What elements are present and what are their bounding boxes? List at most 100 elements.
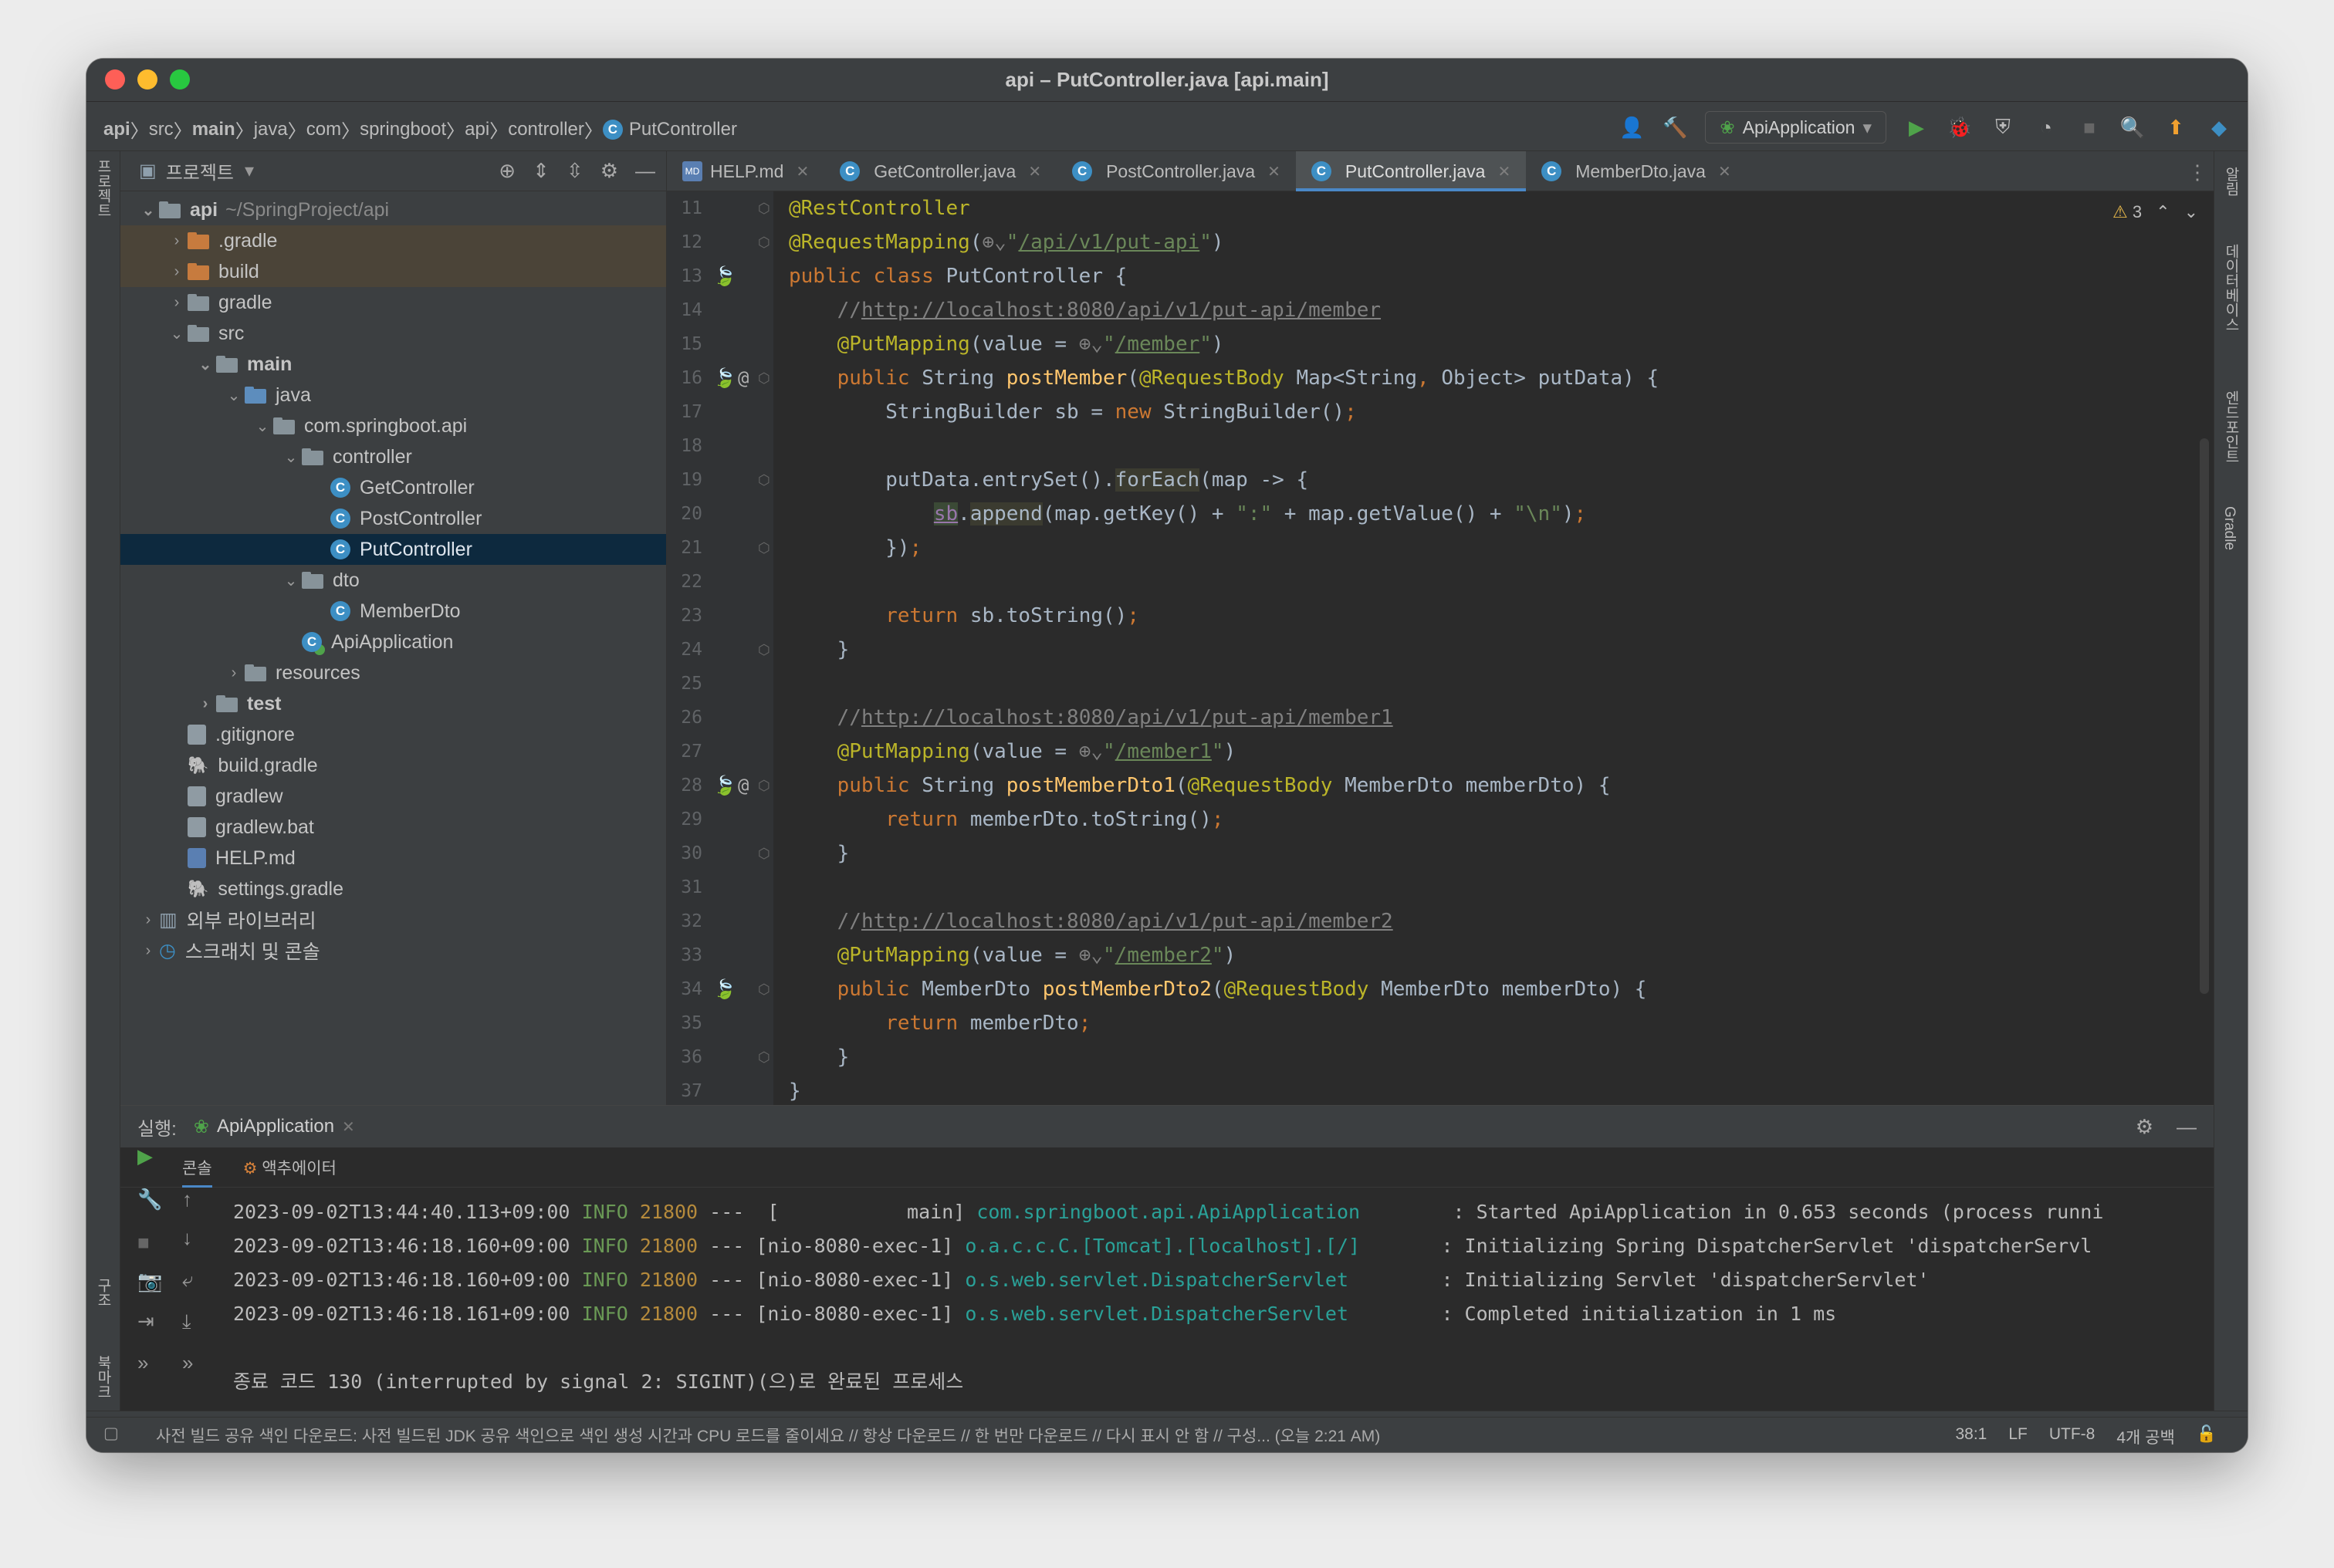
tree-item[interactable]: gradlew xyxy=(120,781,666,812)
wrench-icon[interactable]: 🔧 xyxy=(137,1188,162,1211)
tree-item[interactable]: ⌄ controller xyxy=(120,441,666,472)
code-line[interactable]: 32 //http://localhost:8080/api/v1/put-ap… xyxy=(667,904,2214,938)
fold-icon[interactable]: ⬡ xyxy=(758,235,770,251)
chevron-right-icon[interactable]: › xyxy=(194,695,216,713)
tree-item[interactable]: › .gradle xyxy=(120,225,666,256)
expand-all-icon[interactable]: ⇕ xyxy=(533,159,550,183)
code-line[interactable]: 21 ⬡ }); xyxy=(667,531,2214,565)
rerun-icon[interactable]: ▶ xyxy=(137,1144,153,1168)
tree-item[interactable]: C PutController xyxy=(120,534,666,565)
endpoints-tool-button[interactable]: 엔드포인트 xyxy=(2221,390,2241,464)
project-panel-title[interactable]: 프로젝트 xyxy=(166,157,234,184)
tree-item[interactable]: ⌄ main xyxy=(120,349,666,380)
code-line[interactable]: 17 StringBuilder sb = new StringBuilder(… xyxy=(667,395,2214,429)
breadcrumb-item[interactable]: com xyxy=(306,119,341,140)
scroll-to-end-icon[interactable]: ⤓ xyxy=(182,1309,191,1334)
code-line[interactable]: 14 //http://localhost:8080/api/v1/put-ap… xyxy=(667,293,2214,327)
chevron-down-icon[interactable]: ⌄ xyxy=(223,386,245,405)
search-icon[interactable]: 🔍 xyxy=(2119,114,2146,140)
fold-icon[interactable]: ⬡ xyxy=(758,201,770,217)
breadcrumb-item[interactable]: api xyxy=(103,119,130,140)
file-encoding[interactable]: UTF-8 xyxy=(2049,1425,2096,1448)
chevron-right-icon[interactable]: › xyxy=(223,664,245,682)
bookmarks-tool-button[interactable]: 북마크 xyxy=(93,1355,113,1399)
fold-icon[interactable]: ⬡ xyxy=(758,982,770,998)
chevron-down-icon[interactable]: ⌄ xyxy=(137,201,159,220)
chevron-down-icon[interactable]: ⌄ xyxy=(280,448,302,467)
chevron-down-icon[interactable]: ▾ xyxy=(245,160,254,182)
run-icon[interactable]: ▶ xyxy=(1903,114,1930,140)
ide-logo-icon[interactable]: ◆ xyxy=(2206,114,2232,140)
code-line[interactable]: 12 ⬡ @RequestMapping(⊕⌄"/api/v1/put-api") xyxy=(667,225,2214,259)
tree-item[interactable]: HELP.md xyxy=(120,843,666,874)
close-icon[interactable]: ✕ xyxy=(1267,162,1280,181)
spring-bean-icon[interactable]: 🍃 xyxy=(713,367,736,389)
code-line[interactable]: 22 xyxy=(667,565,2214,599)
build-hammer-icon[interactable]: 🔨 xyxy=(1662,114,1688,140)
camera-icon[interactable]: 📷 xyxy=(137,1269,162,1293)
breadcrumb-item[interactable]: main xyxy=(192,119,235,140)
tree-item[interactable]: › test xyxy=(120,688,666,719)
stop-icon[interactable]: ■ xyxy=(137,1231,150,1255)
account-icon[interactable]: 👤 xyxy=(1619,114,1645,140)
stop-icon[interactable]: ■ xyxy=(2076,114,2102,140)
more-actions-icon[interactable]: » xyxy=(137,1351,148,1375)
code-line[interactable]: 16 🍃 @ ⬡ public String postMember(@RequestB… xyxy=(667,361,2214,395)
code-line[interactable]: 37} xyxy=(667,1074,2214,1108)
panel-toggle-icon[interactable]: ▢ xyxy=(103,1424,119,1443)
tree-item[interactable]: › build xyxy=(120,256,666,287)
code-line[interactable]: 33 @PutMapping(value = ⊕⌄"/member2") xyxy=(667,938,2214,972)
database-tool-button[interactable]: 데이터베이스 xyxy=(2221,244,2241,332)
tree-item[interactable]: ⌄ src xyxy=(120,318,666,349)
endpoint-icon[interactable]: @ xyxy=(738,367,749,389)
tree-item[interactable]: 🐘 settings.gradle xyxy=(120,874,666,904)
close-icon[interactable]: ✕ xyxy=(1028,162,1041,181)
tree-item[interactable]: › ▥ 외부 라이브러리 xyxy=(120,904,666,935)
notifications-tool-button[interactable]: 알림 xyxy=(2221,167,2241,196)
breadcrumb-item[interactable]: controller xyxy=(508,119,584,140)
code-line[interactable]: 11 ⬡ @RestController xyxy=(667,191,2214,225)
close-icon[interactable]: ✕ xyxy=(342,1117,355,1137)
tree-item[interactable]: › ◷ 스크래치 및 콘솔 xyxy=(120,935,666,966)
editor-tab[interactable]: C MemberDto.java ✕ xyxy=(1526,151,1747,191)
editor-tab[interactable]: C GetController.java ✕ xyxy=(824,151,1057,191)
code-line[interactable]: 29 return memberDto.toString(); xyxy=(667,803,2214,836)
exit-icon[interactable]: ⇥ xyxy=(137,1309,154,1333)
fold-icon[interactable]: ⬡ xyxy=(758,642,770,658)
code-line[interactable]: 15 @PutMapping(value = ⊕⌄"/member") xyxy=(667,327,2214,361)
tree-item[interactable]: ⌄ com.springboot.api xyxy=(120,411,666,441)
code-line[interactable]: 19 ⬡ putData.entrySet().forEach(map -> { xyxy=(667,463,2214,497)
code-line[interactable]: 35 return memberDto; xyxy=(667,1006,2214,1040)
tree-item[interactable]: ⌄ dto xyxy=(120,565,666,596)
code-line[interactable]: 27 @PutMapping(value = ⊕⌄"/member1") xyxy=(667,735,2214,769)
code-line[interactable]: 28 🍃 @ ⬡ public String postMemberDto1(@Requ… xyxy=(667,769,2214,803)
tree-item[interactable]: C PostController xyxy=(120,503,666,534)
run-configuration-select[interactable]: ❀ ApiApplication ▾ xyxy=(1705,111,1886,144)
tree-item[interactable]: › resources xyxy=(120,657,666,688)
fold-icon[interactable]: ⬡ xyxy=(758,540,770,556)
lock-icon[interactable]: 🔓 xyxy=(2197,1425,2217,1448)
code-editor[interactable]: ⚠ 3 ⌃ ⌄ 11 ⬡ @RestController 12 ⬡ @RequestMap… xyxy=(667,191,2214,1105)
structure-tool-button[interactable]: 구조 xyxy=(93,1278,113,1307)
editor-tab[interactable]: MD HELP.md ✕ xyxy=(667,151,824,191)
code-line[interactable]: 26 //http://localhost:8080/api/v1/put-ap… xyxy=(667,701,2214,735)
more-actions-icon[interactable]: » xyxy=(182,1351,193,1375)
tree-item[interactable]: C MemberDto xyxy=(120,596,666,627)
tab-actuator[interactable]: ⚙ 액추에이터 xyxy=(243,1156,337,1179)
arrow-down-icon[interactable]: ↓ xyxy=(182,1226,192,1250)
code-line[interactable]: 25 xyxy=(667,667,2214,701)
breadcrumb-item[interactable]: java xyxy=(254,119,288,140)
close-icon[interactable]: ✕ xyxy=(1497,162,1510,181)
chevron-down-icon[interactable]: ⌄ xyxy=(252,417,273,436)
tree-item[interactable]: ⌄ java xyxy=(120,380,666,411)
code-line[interactable]: 23 return sb.toString(); xyxy=(667,599,2214,633)
chevron-right-icon[interactable]: › xyxy=(166,263,188,281)
breadcrumb-item[interactable]: src xyxy=(149,119,174,140)
code-line[interactable]: 36 ⬡ } xyxy=(667,1040,2214,1074)
profile-icon[interactable]: ◔ xyxy=(2033,114,2059,140)
breadcrumb-item[interactable]: springboot xyxy=(360,119,446,140)
project-tool-button[interactable]: 프로젝트 xyxy=(93,159,113,218)
code-line[interactable]: 30 ⬡ } xyxy=(667,836,2214,870)
code-line[interactable]: 24 ⬡ } xyxy=(667,633,2214,667)
status-message[interactable]: 사전 빌드 공유 색인 다운로드: 사전 빌드된 JDK 공유 색인으로 색인 … xyxy=(156,1424,1380,1447)
